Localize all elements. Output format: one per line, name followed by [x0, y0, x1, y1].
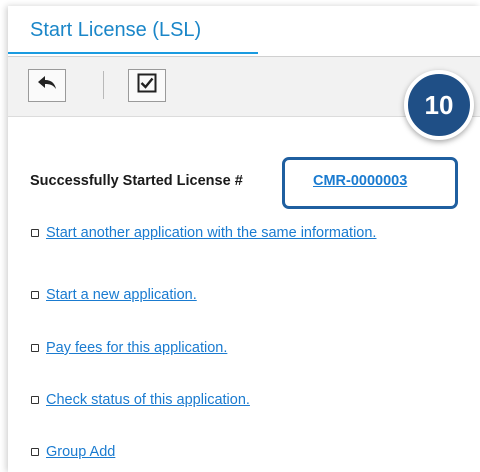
group-add-link[interactable]: Group Add [46, 444, 115, 460]
confirm-button[interactable] [128, 69, 166, 102]
toolbar-separator [103, 71, 104, 99]
license-number-highlight [282, 157, 458, 209]
start-another-application-link[interactable]: Start another application with the same … [46, 225, 376, 241]
bullet-box-icon [31, 291, 39, 299]
pay-fees-link[interactable]: Pay fees for this application. [46, 340, 227, 356]
tab-bar: Start License (LSL) [8, 6, 480, 57]
bullet-box-icon [31, 448, 39, 456]
undo-arrow-icon [36, 74, 58, 97]
start-new-application-link[interactable]: Start a new application. [46, 287, 197, 303]
list-item: Group Add [31, 441, 115, 463]
back-button[interactable] [28, 69, 66, 102]
bullet-box-icon [31, 396, 39, 404]
list-item: Start another application with the same … [31, 222, 376, 244]
step-number: 10 [424, 89, 454, 120]
tab-label: Start License (LSL) [30, 19, 202, 41]
list-item: Check status of this application. [31, 389, 250, 411]
step-number-badge: 10 [404, 70, 474, 140]
bullet-box-icon [31, 344, 39, 352]
success-message: Successfully Started License # [30, 173, 243, 189]
checkbox-checked-icon [137, 73, 157, 98]
list-item: Pay fees for this application. [31, 337, 227, 359]
check-status-link[interactable]: Check status of this application. [46, 392, 250, 408]
bullet-box-icon [31, 229, 39, 237]
list-item: Start a new application. [31, 284, 197, 306]
tab-start-license[interactable]: Start License (LSL) [8, 6, 258, 54]
